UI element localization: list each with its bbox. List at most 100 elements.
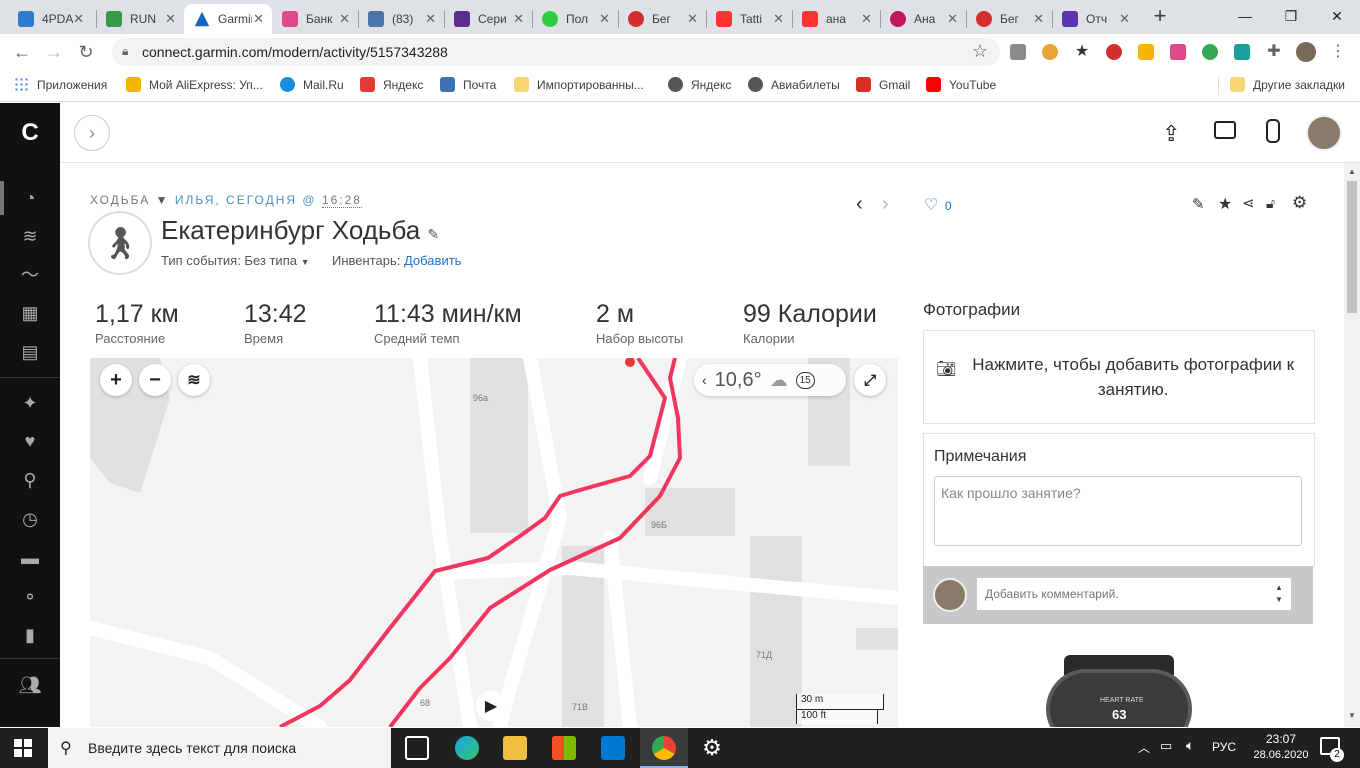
weather-widget[interactable]: ‹ 10,6° ☁ 15 bbox=[694, 364, 846, 396]
browser-tab[interactable]: Пол ✕ bbox=[532, 4, 618, 34]
browser-tab[interactable]: (83) ✕ bbox=[358, 4, 444, 34]
browser-tab[interactable]: Банк ✕ bbox=[272, 4, 358, 34]
forward-icon[interactable]: → bbox=[42, 40, 66, 64]
close-tab-icon[interactable]: ✕ bbox=[947, 11, 958, 27]
bookmark-item[interactable]: Mail.Ru bbox=[280, 77, 344, 92]
input-language[interactable]: РУС bbox=[1212, 740, 1236, 754]
browser-tab[interactable]: Бег ✕ bbox=[966, 4, 1052, 34]
edit-pencil-icon[interactable]: ✎ bbox=[427, 226, 439, 242]
bookmark-item[interactable]: YouTube bbox=[926, 77, 996, 92]
network-icon[interactable]: ▭ bbox=[1160, 738, 1172, 754]
edit-icon[interactable]: ✎ bbox=[1192, 195, 1205, 213]
insights-icon[interactable]: 〜 bbox=[18, 262, 42, 286]
share-icon[interactable]: ⋖ bbox=[1242, 194, 1255, 212]
extension-icon[interactable] bbox=[1010, 44, 1026, 60]
windows-start-icon[interactable] bbox=[14, 739, 32, 757]
comment-scroll-arrows-icon[interactable]: ▲ ▼ bbox=[1275, 582, 1283, 606]
reload-icon[interactable]: ↻ bbox=[74, 40, 98, 64]
expand-sidebar-chevron-icon[interactable]: › bbox=[74, 115, 110, 151]
extension-icon[interactable] bbox=[1042, 44, 1058, 60]
star-extension-icon[interactable]: ★ bbox=[1074, 44, 1090, 60]
event-type[interactable]: Тип события: Без типа ▼ bbox=[161, 253, 310, 268]
settings-gear-icon[interactable]: ⚙ bbox=[700, 736, 724, 760]
browser-tab[interactable]: Сери ✕ bbox=[444, 4, 532, 34]
activity-type[interactable]: ХОДЬБА bbox=[90, 193, 150, 207]
training-icon[interactable]: ⚲ bbox=[18, 468, 42, 492]
browser-tab[interactable]: Tatti ✕ bbox=[706, 4, 792, 34]
health-heart-icon[interactable]: ♥ bbox=[18, 429, 42, 453]
clock-date[interactable]: 28.06.2020 bbox=[1250, 749, 1312, 761]
puzzle-icon[interactable]: ✚ bbox=[1266, 44, 1282, 60]
bookmark-item[interactable]: Авиабилеты bbox=[748, 77, 840, 92]
comment-input[interactable]: Добавить комментарий. bbox=[977, 578, 1291, 610]
clock-time[interactable]: 23:07 bbox=[1256, 732, 1306, 746]
connections-icon[interactable]: 👥︎ bbox=[18, 673, 42, 697]
volume-icon[interactable]: 🔈︎ bbox=[1186, 737, 1194, 754]
zoom-in-button[interactable]: + bbox=[100, 364, 132, 396]
browser-tab[interactable]: 4PDA ✕ bbox=[8, 4, 92, 34]
caret-down-icon[interactable]: ▼ bbox=[156, 193, 170, 207]
privacy-lock-icon[interactable]: 🔓︎ bbox=[1266, 195, 1275, 212]
layers-icon[interactable]: ≋ bbox=[18, 224, 42, 248]
file-explorer-icon[interactable] bbox=[503, 736, 527, 760]
inbox-icon[interactable] bbox=[1214, 121, 1236, 139]
edge-browser-icon[interactable] bbox=[455, 736, 479, 760]
add-photos-area[interactable]: 📷︎ Нажмите, чтобы добавить фотографии к … bbox=[923, 330, 1315, 424]
close-tab-icon[interactable]: ✕ bbox=[599, 11, 610, 27]
menu-icon[interactable]: ⋮ bbox=[1330, 44, 1346, 60]
task-view-icon[interactable] bbox=[405, 736, 429, 760]
fullscreen-icon[interactable]: ⤢ bbox=[854, 364, 886, 396]
minimize-icon[interactable]: — bbox=[1222, 0, 1268, 32]
reports-icon[interactable]: ▤ bbox=[18, 340, 42, 364]
browser-tab[interactable]: Отч ✕ bbox=[1052, 4, 1138, 34]
restore-icon[interactable]: ❐ bbox=[1268, 0, 1314, 32]
extension-icon[interactable] bbox=[1138, 44, 1154, 60]
scroll-down-icon[interactable]: ▼ bbox=[1348, 711, 1356, 720]
bookmark-star-icon[interactable]: ☆ bbox=[972, 41, 988, 62]
scroll-thumb[interactable] bbox=[1347, 181, 1357, 313]
extension-icon[interactable] bbox=[1234, 44, 1250, 60]
close-tab-icon[interactable]: ✕ bbox=[861, 11, 872, 27]
browser-tab-active[interactable]: Garmin✕ bbox=[184, 4, 272, 34]
bookmark-item[interactable]: Яндекс bbox=[360, 77, 423, 92]
close-tab-icon[interactable]: ✕ bbox=[773, 11, 784, 27]
bookmark-apps[interactable]: Приложения bbox=[14, 77, 107, 92]
user-avatar[interactable] bbox=[1306, 115, 1342, 151]
close-tab-icon[interactable]: ✕ bbox=[1033, 11, 1044, 27]
page-scrollbar[interactable]: ▲ ▼ bbox=[1344, 163, 1360, 727]
next-activity-chevron-icon[interactable]: › bbox=[882, 193, 889, 216]
close-tab-icon[interactable]: ✕ bbox=[513, 11, 524, 27]
browser-tab[interactable]: Бег ✕ bbox=[618, 4, 706, 34]
garmin-logo-icon[interactable]: C bbox=[18, 119, 42, 146]
activities-icon[interactable]: ✦ bbox=[18, 391, 42, 415]
store-icon[interactable] bbox=[552, 736, 576, 760]
bookmark-item[interactable]: Почта bbox=[440, 77, 496, 92]
back-icon[interactable]: ← bbox=[10, 40, 34, 64]
bookmark-folder[interactable]: Импортированны... bbox=[514, 77, 644, 92]
dashboard-icon[interactable]: ◔ bbox=[18, 186, 42, 210]
chrome-taskbar-active[interactable] bbox=[640, 728, 688, 768]
close-tab-icon[interactable]: ✕ bbox=[687, 11, 698, 27]
activity-time[interactable]: 16:28 bbox=[321, 193, 362, 208]
map-canvas[interactable]: 96а 96Б 71Д 71В 68 bbox=[90, 358, 898, 727]
close-tab-icon[interactable]: ✕ bbox=[339, 11, 350, 27]
calendar-icon[interactable]: ▦ bbox=[18, 301, 42, 325]
close-tab-icon[interactable]: ✕ bbox=[1119, 11, 1130, 27]
close-tab-icon[interactable]: ✕ bbox=[253, 11, 264, 27]
prev-activity-chevron-icon[interactable]: ‹ bbox=[856, 193, 863, 216]
notes-textarea[interactable]: Как прошло занятие? bbox=[934, 476, 1302, 546]
stats-bars-icon[interactable]: ▮ bbox=[18, 623, 42, 647]
address-bar[interactable]: 🔒︎ connect.garmin.com/modern/activity/51… bbox=[112, 38, 1000, 66]
weather-collapse-chevron-icon[interactable]: ‹ bbox=[702, 372, 707, 388]
add-gear-link[interactable]: Добавить bbox=[404, 253, 461, 268]
bookmark-item[interactable]: Мой AliExpress: Уп... bbox=[126, 77, 263, 92]
like-heart-icon[interactable]: ♡ bbox=[924, 195, 938, 215]
scroll-up-icon[interactable]: ▲ bbox=[1348, 167, 1356, 176]
extension-icon[interactable] bbox=[1170, 44, 1186, 60]
watch-device-icon[interactable] bbox=[1266, 119, 1280, 143]
zoom-out-button[interactable]: − bbox=[139, 364, 171, 396]
browser-tab[interactable]: Ана ✕ bbox=[880, 4, 966, 34]
browser-tab[interactable]: ана ✕ bbox=[792, 4, 880, 34]
gear-shoe-icon[interactable]: ▬ bbox=[18, 546, 42, 570]
tray-chevron-up-icon[interactable]: ︿ bbox=[1138, 739, 1150, 756]
